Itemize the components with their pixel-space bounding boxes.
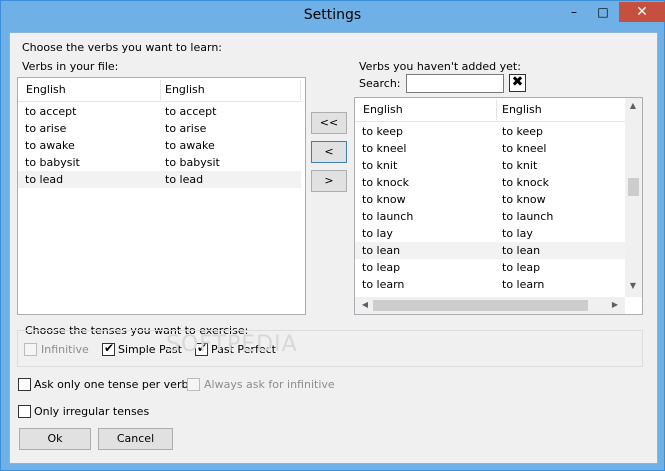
cell: to accept [165, 105, 217, 118]
table-row[interactable]: to knit to knit [355, 157, 625, 174]
cell: to keep [362, 125, 404, 138]
verbs-not-added-list[interactable]: English English to keep to keep to kneel… [354, 97, 643, 315]
column-header[interactable]: English [502, 103, 542, 116]
dialog-content: Choose the verbs you want to learn: Verb… [9, 32, 658, 464]
table-row[interactable]: to awake to awake [18, 137, 301, 154]
only-irregular-label: Only irregular tenses [34, 405, 150, 418]
always-infinitive-label: Always ask for infinitive [204, 378, 335, 391]
cell: to knock [502, 176, 550, 189]
one-tense-checkbox[interactable] [18, 378, 31, 391]
watermark: SOFTPEDIA [166, 332, 298, 357]
search-label: Search: [359, 77, 401, 90]
ok-button[interactable]: Ok [19, 428, 91, 450]
column-divider[interactable] [300, 80, 301, 100]
scrollbar-thumb[interactable] [373, 300, 588, 311]
cell: to lean [362, 244, 401, 257]
table-row-selected[interactable]: to lean to lean [355, 242, 625, 259]
table-row[interactable]: to leap to leap [355, 259, 625, 276]
table-row[interactable]: to lay to lay [355, 225, 625, 242]
table-row[interactable]: to learn to learn [355, 276, 625, 293]
search-input[interactable] [406, 74, 504, 93]
verbs-in-file-list[interactable]: English English to accept to accept to a… [17, 77, 306, 315]
cell: to lay [502, 227, 533, 240]
cell: to accept [25, 105, 77, 118]
cell: to kneel [362, 142, 407, 155]
settings-window: Settings – □ ✕ Choose the verbs you want… [0, 0, 665, 471]
cell: to lay [362, 227, 393, 240]
cell: to awake [25, 139, 75, 152]
title-bar[interactable]: Settings – □ ✕ [1, 1, 665, 31]
column-divider[interactable] [160, 80, 161, 100]
close-icon[interactable]: ✕ [619, 2, 665, 22]
cell: to babysit [25, 156, 80, 169]
cell: to babysit [165, 156, 220, 169]
list-header: English English [355, 98, 625, 122]
cell: to kneel [502, 142, 547, 155]
horizontal-scrollbar[interactable]: ◀ ▶ [355, 297, 625, 314]
cell: to learn [362, 278, 405, 291]
table-row[interactable]: to accept to accept [18, 103, 301, 120]
instruction-label: Choose the verbs you want to learn: [22, 41, 223, 54]
cell: to know [362, 193, 406, 206]
cancel-button[interactable]: Cancel [98, 428, 173, 450]
check-icon: ✔ [104, 341, 115, 355]
cell: to leap [362, 261, 401, 274]
scroll-down-icon[interactable]: ▼ [625, 281, 641, 290]
cell: to learn [502, 278, 545, 291]
infinitive-label: Infinitive [41, 343, 89, 356]
table-row[interactable]: to keep to keep [355, 123, 625, 140]
cell: to lead [165, 173, 204, 186]
cell: to leap [502, 261, 541, 274]
column-header[interactable]: English [165, 83, 205, 96]
table-row[interactable]: to know to know [355, 191, 625, 208]
table-row[interactable]: to babysit to babysit [18, 154, 301, 171]
vertical-scrollbar[interactable]: ▲ ▼ [625, 98, 642, 297]
cell: to lead [25, 173, 64, 186]
always-infinitive-checkbox[interactable] [187, 378, 200, 391]
move-left-button[interactable]: < [311, 141, 347, 163]
scrollbar-thumb[interactable] [628, 178, 639, 196]
column-divider[interactable] [496, 100, 497, 120]
not-added-label: Verbs you haven't added yet: [359, 60, 521, 73]
scroll-right-icon[interactable]: ▶ [607, 300, 623, 309]
table-row-selected[interactable]: to lead to lead [18, 171, 301, 188]
cell: to launch [502, 210, 554, 223]
cell: to arise [165, 122, 207, 135]
list-header: English English [18, 78, 301, 102]
cell: to awake [165, 139, 215, 152]
tenses-group: Infinitive ✔ Simple Past ✔ Past Perfect … [17, 330, 643, 367]
one-tense-label: Ask only one tense per verb [34, 378, 189, 391]
cell: to know [502, 193, 546, 206]
clear-search-icon[interactable]: ✖ [509, 74, 526, 92]
cell: to knit [362, 159, 398, 172]
cell: to launch [362, 210, 414, 223]
table-row[interactable]: to knock to knock [355, 174, 625, 191]
only-irregular-checkbox[interactable] [18, 405, 31, 418]
infinitive-checkbox[interactable] [24, 343, 37, 356]
maximize-icon[interactable]: □ [590, 2, 616, 22]
column-header[interactable]: English [26, 83, 66, 96]
in-file-label: Verbs in your file: [22, 60, 119, 73]
cell: to knock [362, 176, 410, 189]
scroll-left-icon[interactable]: ◀ [357, 300, 373, 309]
scroll-up-icon[interactable]: ▲ [625, 101, 641, 110]
table-row[interactable]: to launch to launch [355, 208, 625, 225]
column-header[interactable]: English [363, 103, 403, 116]
table-row[interactable]: to kneel to kneel [355, 140, 625, 157]
cell: to lean [502, 244, 541, 257]
table-row[interactable]: to arise to arise [18, 120, 301, 137]
simple-past-checkbox[interactable]: ✔ [102, 341, 115, 356]
move-all-left-button[interactable]: << [311, 112, 347, 134]
cell: to keep [502, 125, 544, 138]
cell: to arise [25, 122, 67, 135]
minimize-icon[interactable]: – [561, 2, 587, 22]
move-right-button[interactable]: > [311, 170, 347, 192]
cell: to knit [502, 159, 538, 172]
